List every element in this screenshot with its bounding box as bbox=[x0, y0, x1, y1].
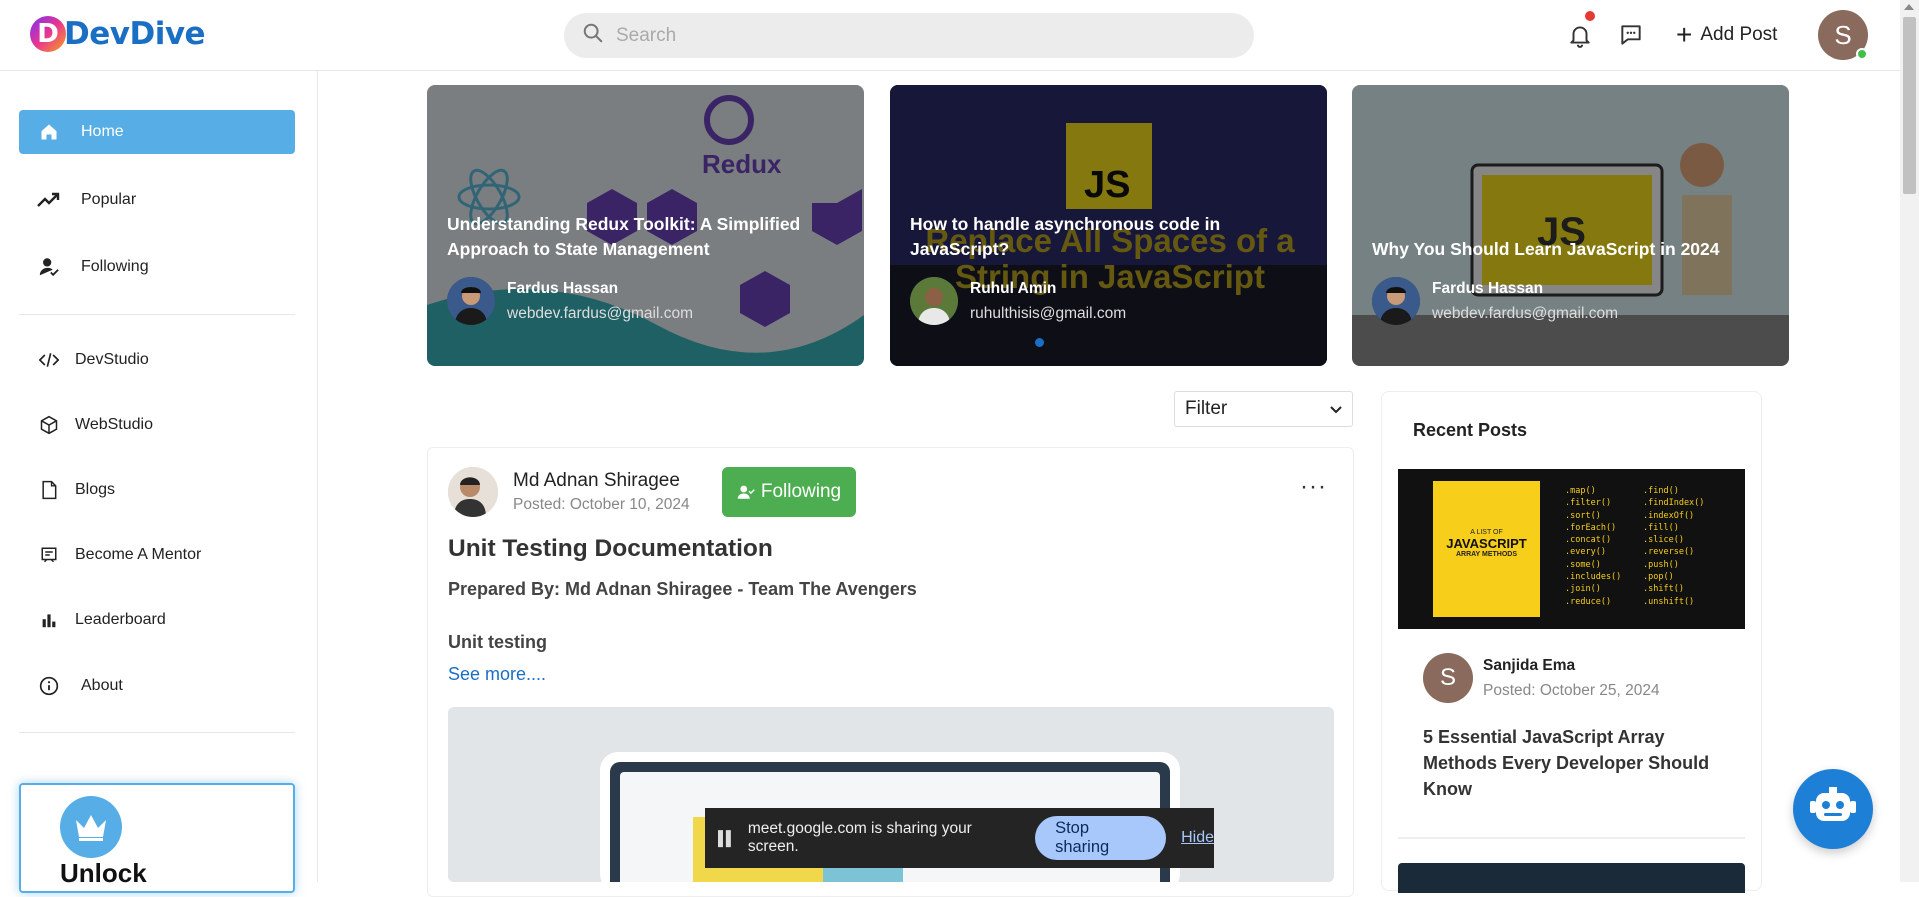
post-date: Posted: October 10, 2024 bbox=[513, 496, 690, 513]
author-name: Ruhul Amin bbox=[970, 280, 1057, 297]
author-name: Fardus Hassan bbox=[507, 280, 619, 297]
carousel-card[interactable]: Redux Understanding Redux Toolkit: A Sim… bbox=[427, 85, 864, 366]
filter-select[interactable]: Filter bbox=[1174, 391, 1353, 427]
trending-icon bbox=[37, 191, 61, 209]
author-avatar bbox=[910, 277, 958, 325]
robot-icon bbox=[1810, 786, 1856, 832]
chalkboard-icon bbox=[37, 546, 61, 564]
js-array-cover: A LIST OF JAVASCRIPT ARRAY METHODS bbox=[1433, 481, 1540, 617]
post-author-avatar[interactable] bbox=[448, 467, 498, 517]
sidebar-divider bbox=[19, 314, 295, 315]
sidebar-divider bbox=[19, 732, 295, 733]
recent-author-name[interactable]: Sanjida Ema bbox=[1483, 657, 1575, 675]
user-check-icon bbox=[737, 484, 755, 500]
bar-chart-icon bbox=[37, 612, 61, 628]
cover-heading-small: A LIST OF bbox=[1470, 529, 1503, 536]
screen-share-bar: ▌▌ meet.google.com is sharing your scree… bbox=[705, 808, 1214, 868]
search-bar[interactable] bbox=[564, 13, 1254, 58]
sidebar-item-label: Home bbox=[81, 123, 124, 140]
sidebar-item-following[interactable]: Following bbox=[19, 245, 295, 289]
recent-post-title[interactable]: 5 Essential JavaScript Array Methods Eve… bbox=[1423, 724, 1723, 802]
sidebar-item-webstudio[interactable]: WebStudio bbox=[19, 403, 295, 447]
chatbot-button[interactable] bbox=[1793, 769, 1873, 849]
carousel-indicator[interactable] bbox=[1035, 338, 1044, 347]
sidebar-item-label: WebStudio bbox=[75, 416, 153, 433]
more-options-icon[interactable]: ··· bbox=[1300, 475, 1327, 499]
sidebar-item-label: Leaderboard bbox=[75, 611, 166, 628]
search-icon bbox=[582, 22, 604, 49]
recent-post-image[interactable]: A LIST OF JAVASCRIPT ARRAY METHODS .map(… bbox=[1398, 469, 1745, 629]
author-avatar bbox=[447, 277, 495, 325]
sidebar-item-label: Blogs bbox=[75, 481, 116, 498]
sidebar-item-blogs[interactable]: Blogs bbox=[19, 468, 295, 512]
author-email: ruhulthisis@gmail.com bbox=[970, 305, 1127, 322]
post-author-name[interactable]: Md Adnan Shiragee bbox=[513, 470, 680, 492]
user-check-icon bbox=[37, 256, 61, 278]
home-icon bbox=[37, 122, 61, 142]
sidebar-item-home[interactable]: Home bbox=[19, 110, 295, 154]
carousel-card[interactable]: JS Why You Should Learn JavaScript in 20… bbox=[1352, 85, 1789, 366]
plus-icon: + bbox=[1676, 19, 1693, 50]
sidebar-item-label: Following bbox=[81, 258, 149, 275]
sidebar-item-label: About bbox=[81, 677, 123, 694]
methods-list-right: .find() .findIndex() .indexOf() .fill() .sli… bbox=[1643, 486, 1705, 607]
pause-icon[interactable]: ▌▌ bbox=[718, 830, 736, 846]
recent-post-image[interactable] bbox=[1398, 863, 1745, 893]
cube-icon bbox=[37, 415, 61, 435]
post-title[interactable]: Unit Testing Documentation bbox=[448, 535, 773, 563]
sidebar-item-label: Become A Mentor bbox=[75, 546, 202, 563]
search-input[interactable] bbox=[616, 24, 1216, 47]
post-section-heading: Unit testing bbox=[448, 632, 547, 652]
author-name: Fardus Hassan bbox=[1432, 280, 1544, 297]
code-icon bbox=[37, 352, 61, 368]
stop-sharing-button[interactable]: Stop sharing bbox=[1035, 816, 1167, 860]
sidebar-item-leaderboard[interactable]: Leaderboard bbox=[19, 598, 295, 642]
document-icon bbox=[37, 480, 61, 500]
author-email: webdev.fardus@gmail.com bbox=[507, 305, 694, 322]
chevron-down-icon bbox=[1330, 398, 1342, 420]
share-status-text: meet.google.com is sharing your screen. bbox=[747, 820, 972, 855]
carousel-title[interactable]: Why You Should Learn JavaScript in 2024 bbox=[1372, 237, 1782, 262]
add-post-button[interactable]: + Add Post bbox=[1676, 20, 1777, 50]
online-status-dot bbox=[1856, 48, 1868, 60]
scrollbar-thumb[interactable] bbox=[1903, 17, 1916, 194]
recent-post-date: Posted: October 25, 2024 bbox=[1483, 682, 1660, 699]
sidebar-item-about[interactable]: About bbox=[19, 664, 295, 708]
author-email: webdev.fardus@gmail.com bbox=[1432, 305, 1619, 322]
sidebar-item-label: Popular bbox=[81, 191, 137, 208]
sidebar-item-popular[interactable]: Popular bbox=[19, 178, 295, 222]
post-prepared-by: Prepared By: Md Adnan Shiragee - Team Th… bbox=[448, 579, 917, 599]
hide-link[interactable]: Hide bbox=[1181, 829, 1214, 847]
bell-icon[interactable] bbox=[1565, 20, 1595, 50]
methods-list-left: .map() .filter() .sort() .forEach() .concat(… bbox=[1565, 486, 1622, 607]
logo-mark: D bbox=[30, 16, 66, 52]
scroll-up-arrow-icon[interactable] bbox=[1904, 4, 1914, 10]
following-button[interactable]: Following bbox=[722, 467, 856, 517]
recent-posts-title: Recent Posts bbox=[1413, 420, 1528, 440]
cover-heading: JAVASCRIPT bbox=[1446, 536, 1527, 551]
crown-icon bbox=[60, 796, 122, 858]
add-post-label: Add Post bbox=[1700, 24, 1778, 45]
carousel-title[interactable]: How to handle asynchronous code in JavaS… bbox=[910, 212, 1290, 262]
filter-value: Filter bbox=[1185, 398, 1228, 419]
notification-badge bbox=[1585, 11, 1595, 21]
carousel-card[interactable]: JS Replace All Spaces of a String in Jav… bbox=[890, 85, 1327, 366]
see-more-link[interactable]: See more.... bbox=[448, 664, 546, 685]
logo-text: DevDive bbox=[64, 16, 206, 52]
top-header: D DevDive + Add Post S bbox=[0, 0, 1900, 71]
logo[interactable]: D DevDive bbox=[30, 14, 206, 54]
sidebar-item-label: DevStudio bbox=[75, 351, 149, 368]
sidebar-item-become-mentor[interactable]: Become A Mentor bbox=[19, 533, 295, 577]
cover-subheading: ARRAY METHODS bbox=[1455, 551, 1518, 558]
following-label: Following bbox=[760, 481, 842, 502]
recent-author-avatar[interactable]: S bbox=[1423, 653, 1473, 703]
unlock-label: Unlock bbox=[60, 858, 147, 888]
info-icon bbox=[37, 676, 61, 696]
carousel-title[interactable]: Understanding Redux Toolkit: A Simplifie… bbox=[447, 212, 857, 262]
sidebar-item-devstudio[interactable]: DevStudio bbox=[19, 338, 295, 382]
author-avatar bbox=[1372, 277, 1420, 325]
recent-divider bbox=[1398, 837, 1745, 839]
chat-icon[interactable] bbox=[1616, 20, 1646, 50]
recent-posts-panel bbox=[1381, 391, 1762, 891]
